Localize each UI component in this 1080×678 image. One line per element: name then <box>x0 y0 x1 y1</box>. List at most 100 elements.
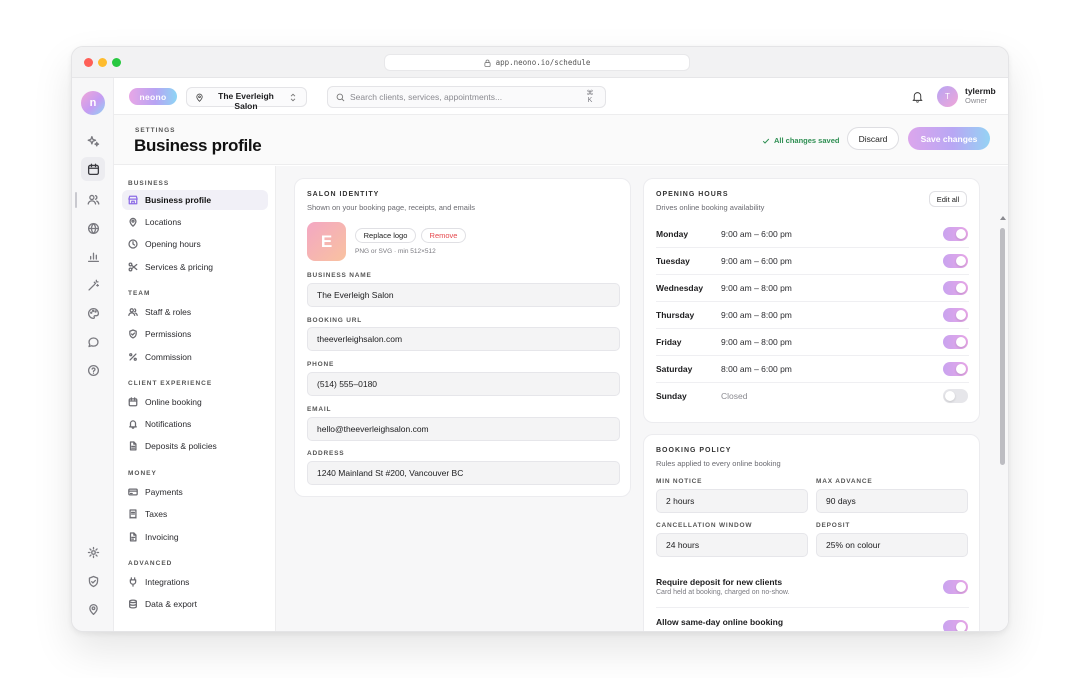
nav-item-deposits-policies[interactable]: Deposits & policies <box>122 436 268 456</box>
rail-help[interactable] <box>83 360 103 380</box>
day-open-toggle[interactable] <box>943 281 968 295</box>
nav-item-payments[interactable]: Payments <box>122 482 268 502</box>
chevron-up-down-icon <box>290 93 296 102</box>
day-hours[interactable]: 9:00 am – 6:00 pm <box>721 229 792 239</box>
rail-reports[interactable] <box>83 246 103 266</box>
maximize-window-button[interactable] <box>112 58 121 67</box>
nav-item-label: Business profile <box>145 195 212 205</box>
hours-row: Thursday 9:00 am – 8:00 pm <box>656 302 969 329</box>
search-input[interactable] <box>350 90 570 104</box>
nav-section-title: BUSINESS <box>128 180 170 187</box>
rail-settings[interactable] <box>83 542 103 562</box>
rail-clients[interactable] <box>83 189 103 209</box>
discard-button[interactable]: Discard <box>847 127 899 150</box>
invoice-icon <box>129 532 137 542</box>
nav-item-label: Data & export <box>145 599 197 609</box>
address-bar[interactable]: app.neono.io/schedule <box>384 54 690 71</box>
minimize-window-button[interactable] <box>98 58 107 67</box>
save-changes-button[interactable]: Save changes <box>908 127 990 150</box>
rail-calendar[interactable] <box>81 157 105 181</box>
user-avatar[interactable]: T <box>937 86 958 107</box>
rail-theme[interactable] <box>83 303 103 323</box>
email-field[interactable]: hello@theeverleighsalon.com <box>307 417 620 441</box>
day-hours[interactable]: 9:00 am – 6:00 pm <box>721 256 792 266</box>
location-name: The Everleigh Salon <box>218 91 274 111</box>
field-label: PHONE <box>307 361 335 368</box>
rail-sparkles[interactable] <box>83 131 103 151</box>
nav-item-label: Commission <box>145 352 192 362</box>
nav-item-online-booking[interactable]: Online booking <box>122 392 268 412</box>
deposit-field[interactable]: 25% on colour <box>816 533 968 557</box>
day-name: Thursday <box>656 310 695 320</box>
location-switcher[interactable]: The Everleigh Salon <box>186 87 307 111</box>
field-label: MAX ADVANCE <box>816 478 873 485</box>
nav-item-taxes[interactable]: Taxes <box>122 504 268 524</box>
rail-marketing[interactable] <box>83 275 103 295</box>
plug-icon <box>129 577 137 587</box>
scroll-up-arrow[interactable] <box>1000 216 1006 220</box>
search-shortcut: ⌘ K <box>586 90 594 104</box>
day-open-toggle[interactable] <box>943 308 968 322</box>
max-advance-field[interactable]: 90 days <box>816 489 968 513</box>
nav-item-commission[interactable]: Commission <box>122 347 268 367</box>
day-open-toggle[interactable] <box>943 335 968 349</box>
divider <box>656 607 969 608</box>
close-window-button[interactable] <box>84 58 93 67</box>
require-deposit-toggle[interactable] <box>943 580 968 594</box>
day-open-toggle[interactable] <box>943 362 968 376</box>
scrollbar-thumb[interactable] <box>1000 228 1005 465</box>
rail-locations[interactable] <box>83 599 103 619</box>
bell-icon[interactable] <box>911 90 924 103</box>
nav-item-data-export[interactable]: Data & export <box>122 594 268 614</box>
nav-item-label: Services & pricing <box>145 262 214 272</box>
nav-item-label: Staff & roles <box>145 307 192 317</box>
day-open-toggle[interactable] <box>943 227 968 241</box>
rail-messages[interactable] <box>83 332 103 352</box>
day-name: Wednesday <box>656 283 704 293</box>
app-logo[interactable]: n <box>81 91 105 115</box>
phone-field[interactable]: (514) 555–0180 <box>307 372 620 396</box>
nav-item-notifications[interactable]: Notifications <box>122 414 268 434</box>
day-hours[interactable]: 8:00 am – 6:00 pm <box>721 364 792 374</box>
cancellation-window-field[interactable]: 24 hours <box>656 533 808 557</box>
min-notice-field[interactable]: 2 hours <box>656 489 808 513</box>
day-hours[interactable]: Closed <box>721 391 747 401</box>
nav-item-staff-roles[interactable]: Staff & roles <box>122 302 268 322</box>
policy-toggle-subtitle: Card held at booking, charged on no-show… <box>656 589 790 596</box>
calendar-icon <box>87 163 99 175</box>
nav-item-label: Integrations <box>145 577 190 587</box>
day-open-toggle[interactable] <box>943 389 968 403</box>
nav-item-invoicing[interactable]: Invoicing <box>122 527 268 547</box>
users-icon <box>128 308 138 316</box>
booking-url-field[interactable]: theeverleighsalon.com <box>307 327 620 351</box>
edit-all-button[interactable]: Edit all <box>929 191 967 207</box>
nav-item-permissions[interactable]: Permissions <box>122 324 268 344</box>
rail-security[interactable] <box>83 571 103 591</box>
same-day-booking-toggle[interactable] <box>943 620 968 631</box>
card-title: BOOKING POLICY <box>656 447 732 454</box>
field-label: CANCELLATION WINDOW <box>656 522 753 529</box>
store-icon <box>128 195 138 205</box>
nav-item-opening-hours[interactable]: Opening hours <box>122 234 268 254</box>
business-name-field[interactable]: The Everleigh Salon <box>307 283 620 307</box>
rail-web[interactable] <box>83 218 103 238</box>
replace-logo-button[interactable]: Replace logo <box>355 228 416 243</box>
day-hours[interactable]: 9:00 am – 8:00 pm <box>721 337 792 347</box>
nav-item-services-pricing[interactable]: Services & pricing <box>122 257 268 277</box>
day-hours[interactable]: 9:00 am – 8:00 pm <box>721 283 792 293</box>
logo-hint: PNG or SVG · min 512×512 <box>355 248 436 255</box>
day-open-toggle[interactable] <box>943 254 968 268</box>
scrollbar[interactable] <box>1000 216 1006 631</box>
remove-logo-button[interactable]: Remove <box>421 228 466 243</box>
policy-toggle-title: Allow same-day online booking <box>656 617 784 627</box>
day-hours[interactable]: 9:00 am – 8:00 pm <box>721 310 792 320</box>
nav-item-label: Notifications <box>145 419 192 429</box>
brand-logo[interactable]: neono <box>129 88 177 105</box>
nav-item-label: Locations <box>145 217 182 227</box>
users-icon <box>87 194 99 205</box>
nav-item-locations[interactable]: Locations <box>122 212 268 232</box>
nav-item-business-profile[interactable]: Business profile <box>122 190 268 210</box>
address-field[interactable]: 1240 Mainland St #200, Vancouver BC <box>307 461 620 485</box>
nav-item-integrations[interactable]: Integrations <box>122 572 268 592</box>
search-bar[interactable]: ⌘ K <box>327 86 606 108</box>
